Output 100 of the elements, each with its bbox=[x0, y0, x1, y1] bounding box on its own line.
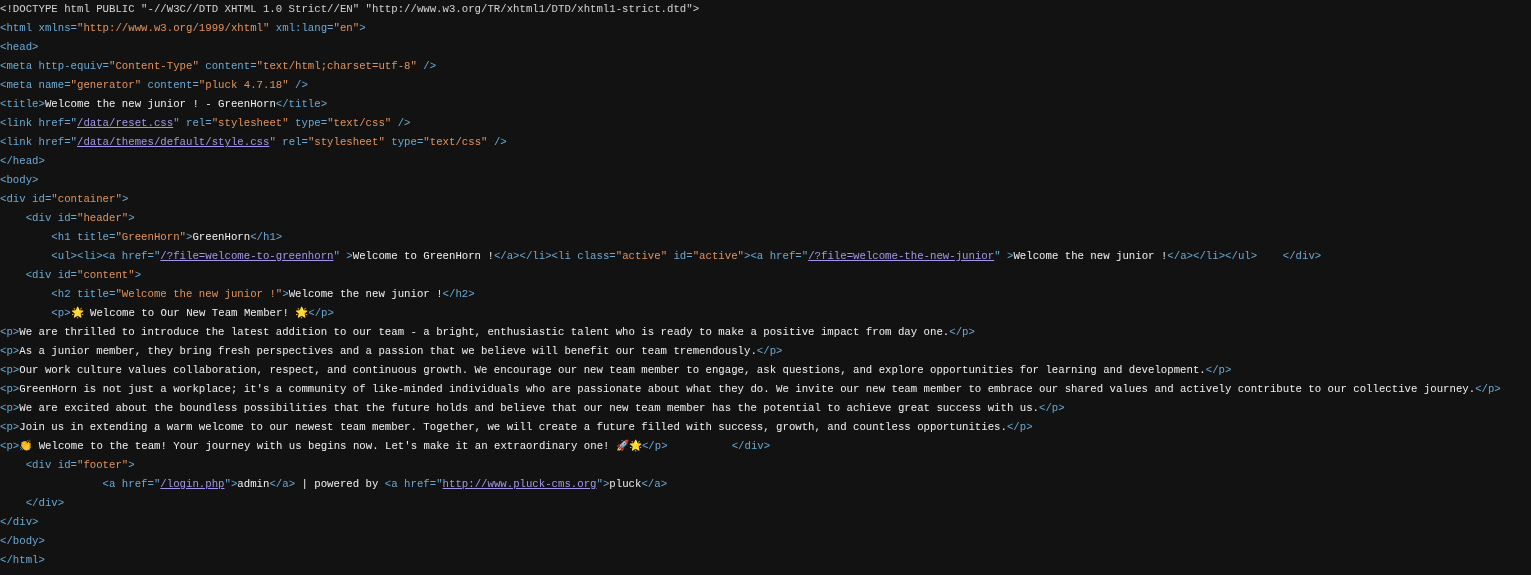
attribute-value: "content" bbox=[76, 269, 135, 281]
markup-tag: <div id= bbox=[0, 193, 52, 205]
text-content: Our work culture values collaboration, respect, and continuous growth. We encourage our new team member to engage, ask questions, and explore opportunities for learning and development. bbox=[19, 364, 1206, 376]
markup-tag: "> bbox=[224, 478, 238, 490]
markup-tag: ><a href=" bbox=[744, 250, 809, 262]
attribute-value: "container" bbox=[51, 193, 122, 205]
text-content: 👏 Welcome to the team! Your journey with us begins now. Let's make it an extraordinary one! 🚀🌟 bbox=[19, 440, 642, 452]
attribute-value: "Welcome the new junior !" bbox=[115, 288, 283, 300]
text-content: Welcome the new junior ! bbox=[288, 288, 443, 300]
text-content: | powered by bbox=[300, 478, 380, 490]
markup-tag: <a href=" bbox=[0, 478, 161, 490]
attribute-value: "footer" bbox=[76, 459, 129, 471]
attribute-value: "header" bbox=[76, 212, 129, 224]
markup-tag: /> bbox=[391, 117, 411, 129]
text-content: As a junior member, they bring fresh perspectives and a passion that we believe will benefit our team tremendously. bbox=[19, 345, 757, 357]
markup-tag: > bbox=[359, 22, 366, 34]
markup-tag: /> bbox=[487, 136, 507, 148]
markup-tag: <p> bbox=[0, 421, 20, 433]
markup-tag: <ul><li><a href=" bbox=[0, 250, 161, 262]
markup-tag: </p> bbox=[756, 345, 783, 357]
markup-tag: " > bbox=[333, 250, 353, 262]
markup-tag: <div id= bbox=[0, 269, 77, 281]
markup-tag: <a href=" bbox=[384, 478, 443, 490]
markup-tag: </p> bbox=[1039, 402, 1065, 414]
markup-tag: </html> bbox=[0, 554, 45, 566]
attribute-value: "GreenHorn" bbox=[115, 231, 186, 243]
attribute-value: "stylesheet" bbox=[211, 117, 289, 129]
source-link[interactable]: /data/themes/default/style.css bbox=[76, 136, 270, 148]
markup-tag: </head> bbox=[0, 155, 45, 167]
text-content: pluck bbox=[609, 478, 642, 490]
attribute-value: "stylesheet" bbox=[307, 136, 385, 148]
markup-tag: > bbox=[282, 288, 289, 300]
markup-tag: </p> bbox=[308, 307, 334, 319]
markup-tag: <div id= bbox=[0, 459, 77, 471]
source-link[interactable]: /login.php bbox=[160, 478, 225, 490]
markup-tag: > bbox=[128, 212, 135, 224]
attribute-value: "text/css" bbox=[423, 136, 488, 148]
markup-tag: <meta name= bbox=[0, 79, 71, 91]
markup-tag: > bbox=[134, 269, 142, 281]
markup-tag: <meta http-equiv= bbox=[0, 60, 110, 72]
markup-tag: </a></li><li class= bbox=[493, 250, 616, 262]
markup-tag: </h2> bbox=[442, 288, 475, 300]
markup-tag: </body> bbox=[0, 535, 45, 547]
markup-tag: <p> bbox=[0, 307, 71, 319]
markup-tag: <title> bbox=[0, 98, 45, 110]
attribute-value: "Content-Type" bbox=[109, 60, 199, 72]
markup-tag: <p> bbox=[0, 383, 20, 395]
attribute-value: "text/html;charset=utf-8" bbox=[256, 60, 417, 72]
text-content: Welcome the new junior ! - GreenHorn bbox=[44, 98, 276, 110]
markup-tag: /> bbox=[416, 60, 437, 72]
text-content: We are thrilled to introduce the latest addition to our team - a bright, enthusiastic talent who is ready to make a positive impact from day one. bbox=[19, 326, 950, 338]
text-content: GreenHorn is not just a workplace; it's a community of like-minded individuals who are passionate about what they do. We invite our new team member to embrace our shared values and actively contribute to our collective journey. bbox=[19, 383, 1476, 395]
markup-tag: <html xmlns= bbox=[0, 22, 77, 34]
text-content: GreenHorn bbox=[192, 231, 251, 243]
markup-tag: type= bbox=[384, 136, 424, 148]
markup-tag: content= bbox=[198, 60, 257, 72]
markup-tag: <p> bbox=[0, 440, 20, 452]
markup-tag: </div> bbox=[0, 497, 65, 509]
markup-tag: </title> bbox=[275, 98, 328, 110]
markup-tag: </p> </div> bbox=[641, 440, 771, 452]
attribute-value: "active" bbox=[615, 250, 668, 262]
markup-tag: xml:lang= bbox=[269, 22, 334, 34]
markup-tag: </a></li></ul> </div> bbox=[1167, 250, 1322, 262]
text-content: Welcome the new junior ! bbox=[1013, 250, 1168, 262]
text-content: We are excited about the boundless possibilities that the future holds and believe that our new team member has the potential to achieve great success with us. bbox=[19, 402, 1039, 414]
markup-tag: <head> bbox=[0, 41, 39, 53]
source-link[interactable]: /?file=welcome-the-new-junior bbox=[808, 250, 995, 262]
attribute-value: "http://www.w3.org/1999/xhtml" bbox=[76, 22, 270, 34]
markup-tag: <p> bbox=[0, 345, 20, 357]
attribute-value: "generator" bbox=[70, 79, 142, 91]
source-link[interactable]: http://www.pluck-cms.org bbox=[442, 478, 597, 490]
markup-tag: <body> bbox=[0, 174, 39, 186]
markup-tag: </a> bbox=[269, 478, 296, 490]
text-content: 🌟 Welcome to Our New Team Member! 🌟 bbox=[70, 307, 309, 319]
attribute-value: "active" bbox=[692, 250, 744, 262]
text-content: Join us in extending a warm welcome to our newest team member. Together, we will create a future filled with success, growth, and countless opportunities. bbox=[19, 421, 1007, 433]
markup-tag: <link href=" bbox=[0, 117, 77, 129]
markup-tag: <p> bbox=[0, 326, 20, 338]
text-content: admin bbox=[237, 478, 270, 490]
markup-tag: " > bbox=[994, 250, 1014, 262]
markup-tag: <p> bbox=[0, 364, 20, 376]
markup-tag: </p> bbox=[1475, 383, 1501, 395]
markup-tag: > bbox=[128, 459, 135, 471]
markup-tag: > bbox=[186, 231, 193, 243]
markup-tag: type= bbox=[288, 117, 328, 129]
markup-tag: </div> bbox=[0, 516, 39, 528]
attribute-value: "en" bbox=[333, 22, 360, 34]
markup-tag: <div id= bbox=[0, 212, 77, 224]
markup-tag: " rel= bbox=[173, 117, 212, 129]
markup-tag: > bbox=[121, 193, 129, 205]
source-link[interactable]: /data/reset.css bbox=[76, 117, 174, 129]
markup-tag: </p> bbox=[1006, 421, 1033, 433]
attribute-value: "pluck 4.7.18" bbox=[198, 79, 289, 91]
doctype-declaration: <!DOCTYPE html PUBLIC "-//W3C//DTD XHTML 1.0 Strict//EN" "http://www.w3.org/TR/xhtml1/DTD/xhtml1-strict.dtd"> bbox=[0, 3, 700, 15]
source-link[interactable]: /?file=welcome-to-greenhorn bbox=[160, 250, 334, 262]
markup-tag: </p> bbox=[949, 326, 975, 338]
markup-tag: </h1> bbox=[250, 231, 283, 243]
markup-tag: <h1 title= bbox=[0, 231, 116, 243]
markup-tag: <p> bbox=[0, 402, 20, 414]
markup-tag: </a> bbox=[641, 478, 668, 490]
